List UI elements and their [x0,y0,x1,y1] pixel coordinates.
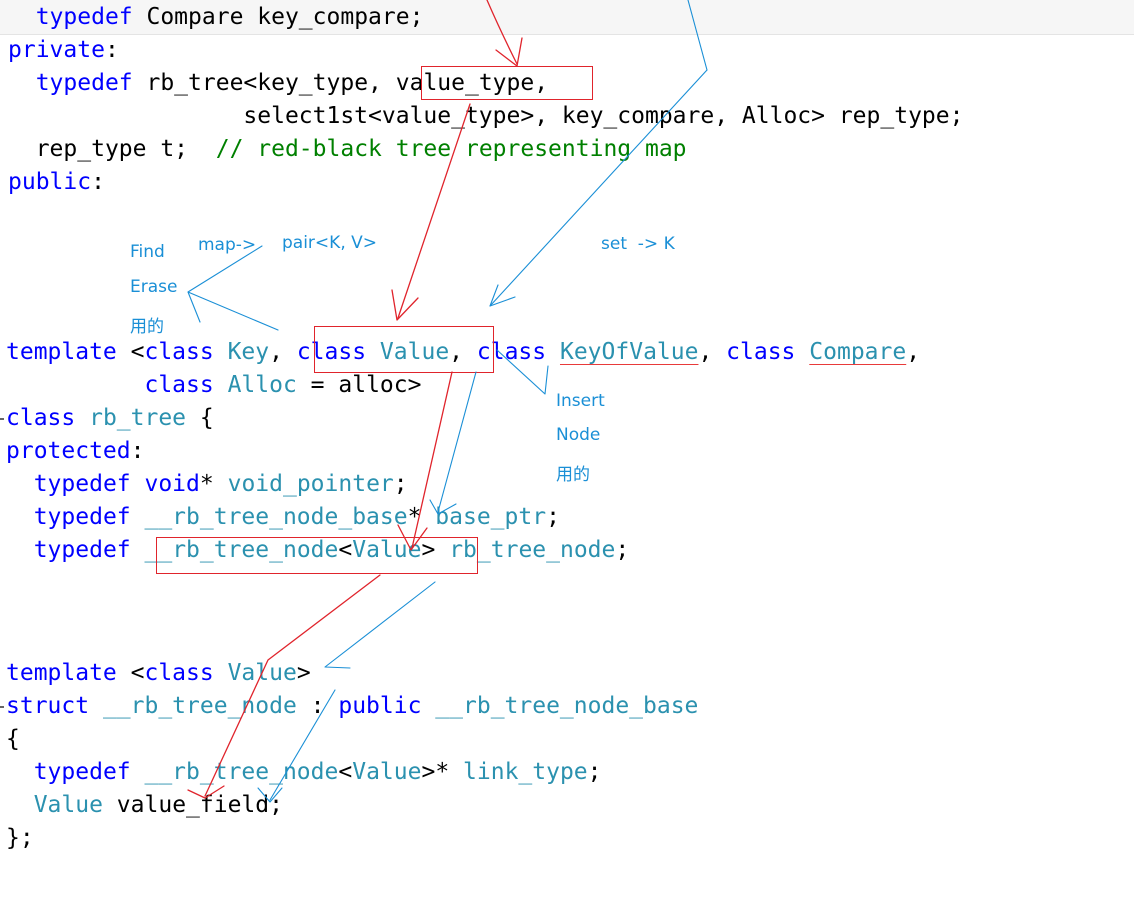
blue-arrowhead [489,284,516,307]
blue-arrow-down-to-node [437,371,477,513]
blue-arrow-to-class-value [489,69,708,307]
blue-brace-find-erase [187,245,279,331]
red-arrowhead [391,289,419,321]
blue-arrow-to-value-field [269,689,336,801]
blue-arrow-insert-node [496,349,549,395]
red-arrowhead [187,785,225,799]
red-arrow-class-value-to-node [411,371,453,549]
blue-arrowhead [429,499,457,515]
red-arrow-value-type-to-class-value [397,103,471,319]
blue-line-top [687,0,708,71]
annotation-arrows-overlay [187,0,708,803]
red-arrowhead [495,37,523,67]
blue-arrow-to-node-template [324,581,436,669]
